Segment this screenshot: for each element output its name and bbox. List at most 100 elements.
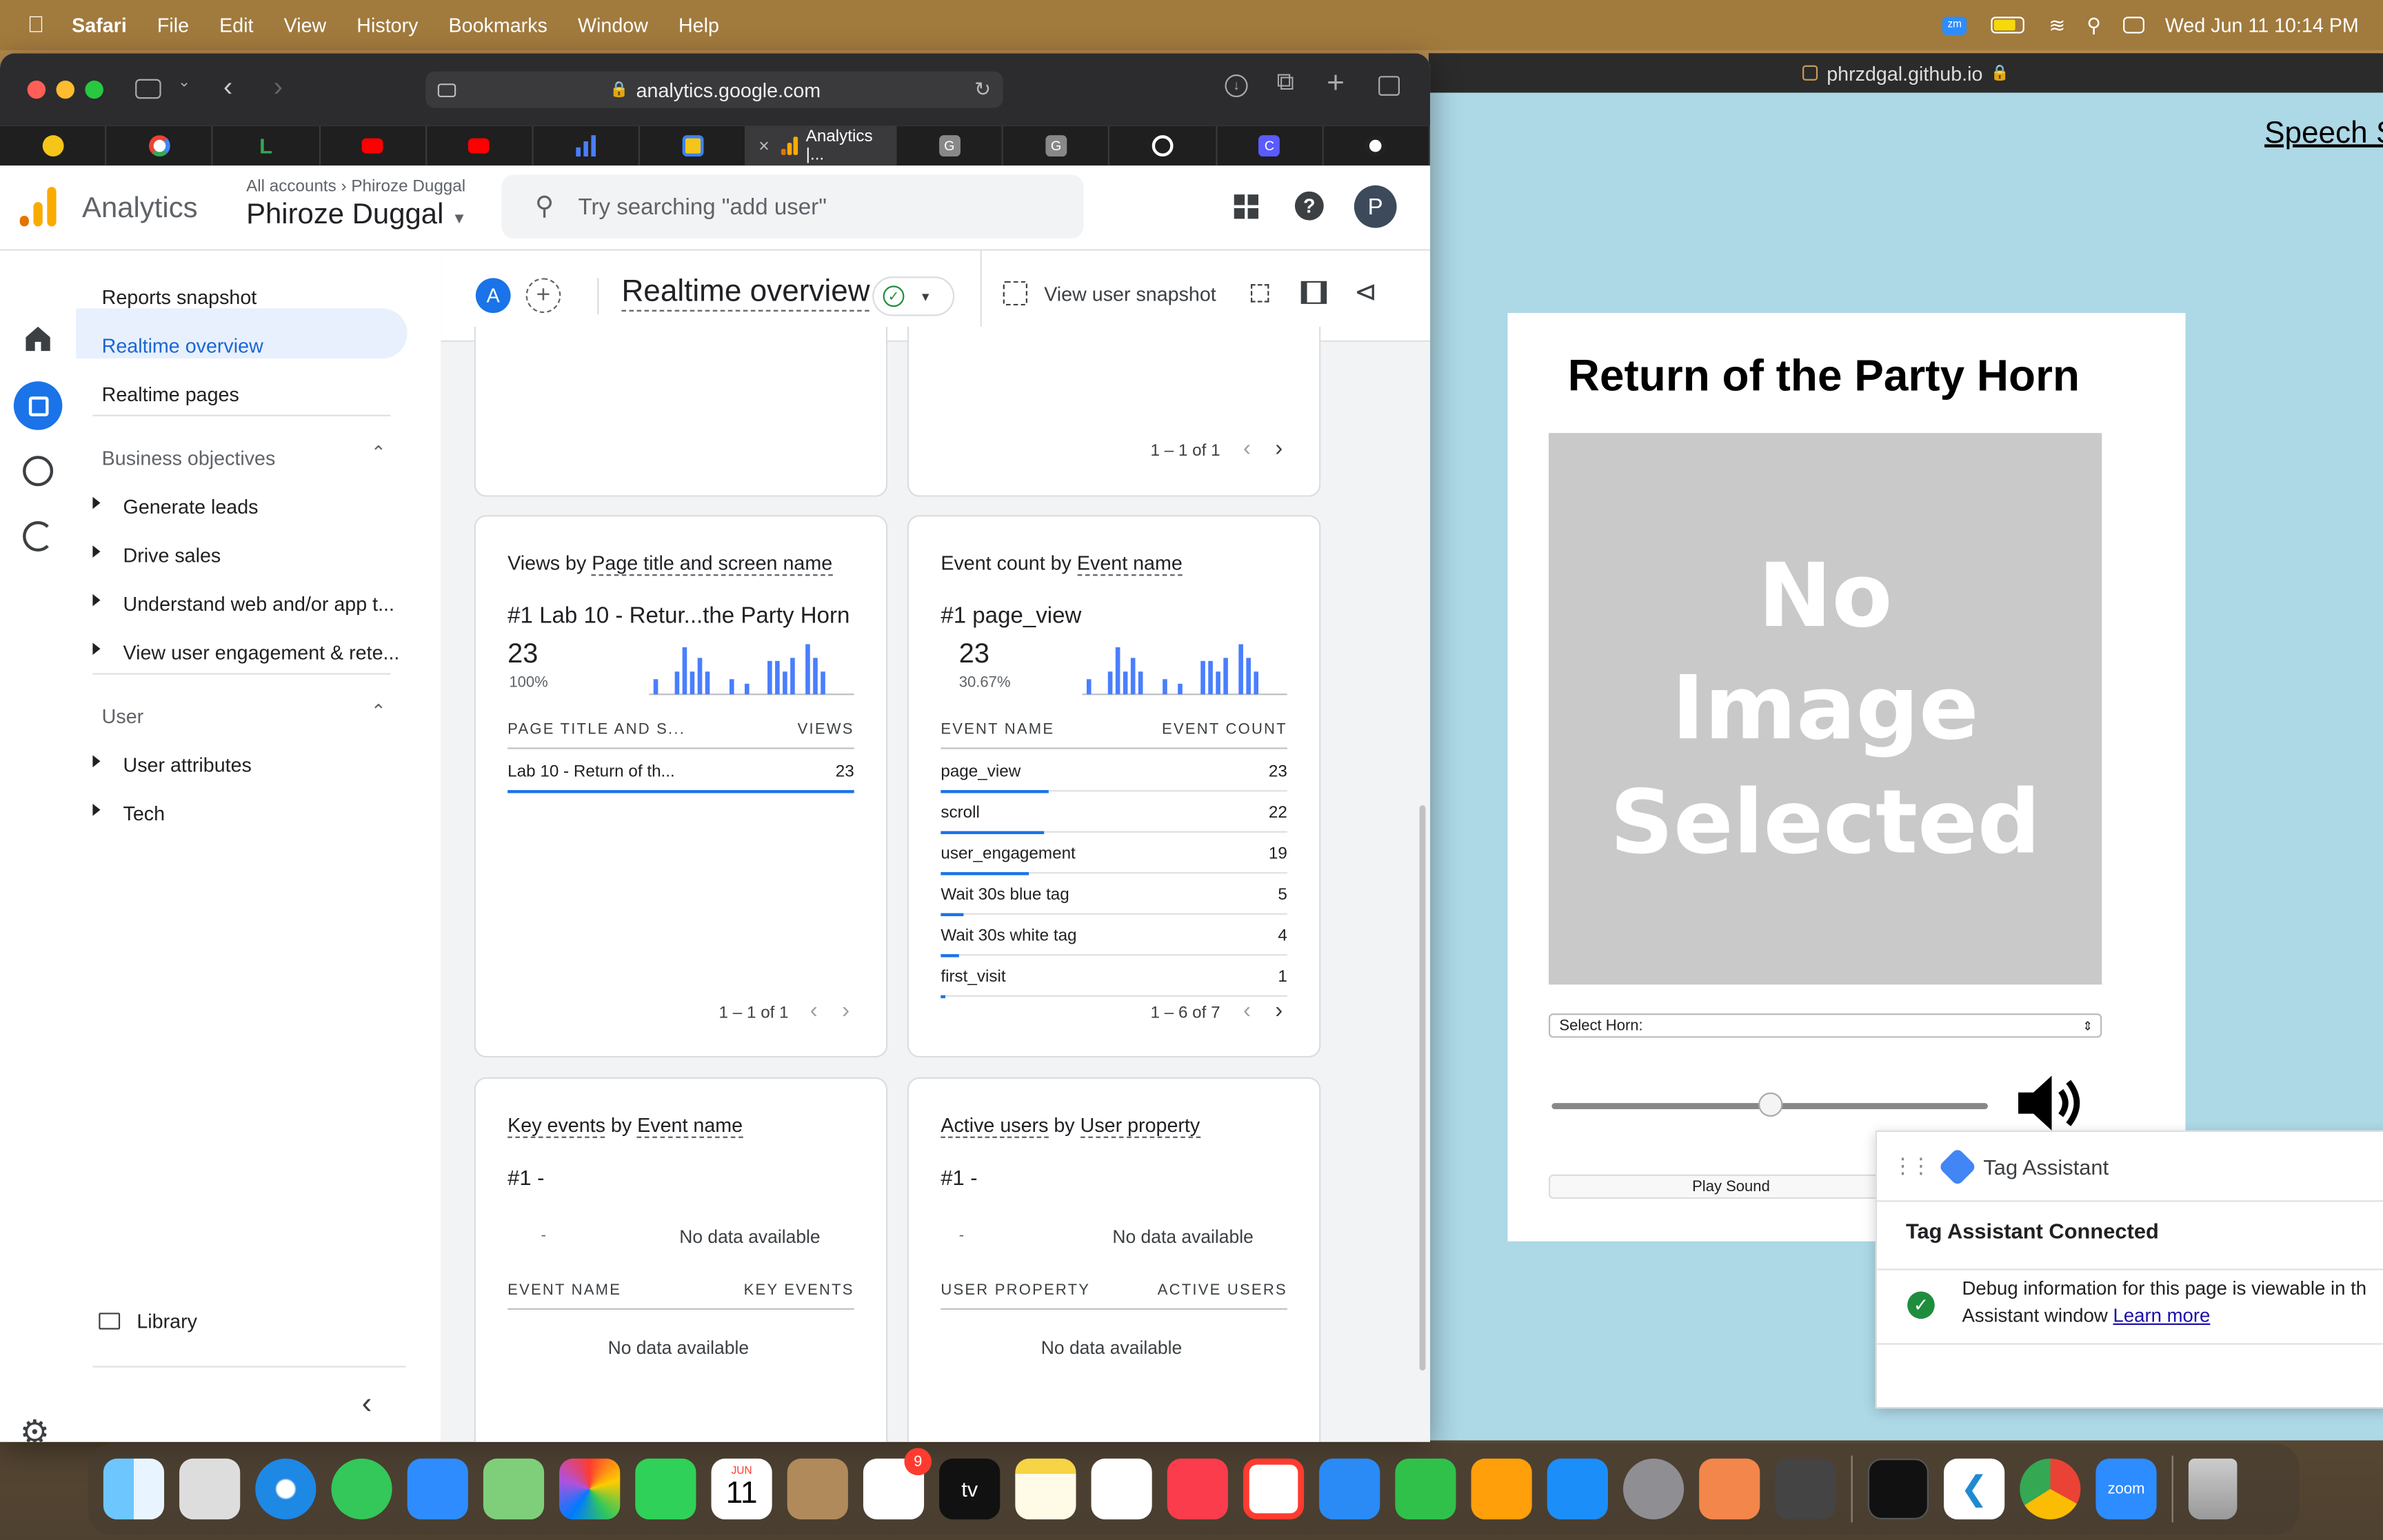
prev-page-icon[interactable]: ‹ [1243, 436, 1251, 462]
expand-caret-icon[interactable] [92, 642, 101, 655]
breadcrumb-account[interactable]: Phiroze Duggal [351, 178, 465, 196]
menu-view[interactable]: View [284, 14, 327, 37]
notes-icon[interactable] [1015, 1458, 1076, 1520]
breadcrumb[interactable]: All accounts › Phiroze Duggal [246, 178, 465, 196]
photos-icon[interactable] [559, 1458, 621, 1520]
tab-bee[interactable] [0, 125, 107, 166]
contacts-icon[interactable] [787, 1458, 848, 1520]
tab-google[interactable] [107, 125, 214, 166]
learn-more-link[interactable]: Learn more [2113, 1305, 2210, 1326]
menu-edit[interactable]: Edit [219, 14, 253, 37]
card-title-dimension[interactable]: Event name [637, 1113, 743, 1138]
paperplane-app-icon[interactable] [1699, 1458, 1760, 1520]
compare-columns-icon[interactable] [1300, 281, 1327, 304]
nav-user-section[interactable]: User [102, 705, 144, 728]
nav-drive-sales[interactable]: Drive sales [123, 544, 221, 567]
new-tab-icon[interactable]: + [1327, 67, 1345, 102]
tab-g-2[interactable]: G [1003, 125, 1111, 166]
product-name[interactable]: Analytics [82, 193, 198, 226]
spotlight-search-icon[interactable]: ⚲ [2087, 13, 2101, 37]
tab-analytics-active[interactable]: × Analytics |... [746, 125, 897, 166]
reload-icon[interactable]: ↻ [974, 77, 991, 101]
tab-g-1[interactable]: G [897, 125, 1004, 166]
admin-gear-icon[interactable]: ⚙ [20, 1413, 50, 1442]
column-header-dimension[interactable]: EVENT NAME [507, 1282, 621, 1299]
reports-icon[interactable] [13, 381, 63, 430]
chevron-down-icon[interactable]: ⌄ [178, 74, 190, 91]
card-title[interactable]: Key events by Event name [507, 1113, 743, 1138]
explore-icon[interactable] [23, 456, 54, 487]
card-title-metric[interactable]: Active users [941, 1113, 1049, 1138]
column-header-metric[interactable]: VIEWS [798, 722, 854, 738]
sidebar-toggle-icon[interactable] [135, 79, 161, 99]
view-user-snapshot-button[interactable]: View user snapshot [1044, 283, 1216, 305]
trash-icon[interactable] [2188, 1458, 2238, 1520]
close-window-button[interactable] [27, 80, 46, 99]
calendar-icon[interactable]: JUN 11 [711, 1458, 772, 1520]
launchpad-icon[interactable] [179, 1458, 241, 1520]
expand-caret-icon[interactable] [92, 803, 101, 816]
expand-caret-icon[interactable] [92, 594, 101, 607]
tab-l[interactable]: L [213, 125, 320, 166]
forward-button[interactable]: › [274, 72, 283, 103]
menu-app-name[interactable]: Safari [72, 14, 127, 37]
help-icon[interactable]: ? [1294, 191, 1324, 221]
tab-bars[interactable] [533, 125, 640, 166]
speech-synth-link[interactable]: Speech S [2264, 117, 2383, 152]
prev-page-icon[interactable]: ‹ [810, 998, 818, 1024]
expand-caret-icon[interactable] [92, 755, 101, 768]
nav-tech[interactable]: Tech [123, 802, 165, 825]
finder-icon[interactable] [103, 1458, 165, 1520]
zoom-status-icon[interactable]: zm [1942, 16, 1967, 34]
user-snapshot-icon[interactable] [1003, 281, 1027, 306]
column-header-dimension[interactable]: PAGE TITLE AND S... [507, 722, 685, 738]
nav-business-objectives[interactable]: Business objectives [102, 447, 276, 469]
horn-select[interactable]: Select Horn: ⇕ [1548, 1013, 2102, 1038]
card-title[interactable]: Active users by User property [941, 1113, 1200, 1138]
iphone-mirroring-icon[interactable] [1775, 1458, 1836, 1520]
vscode-icon[interactable]: ❮ [1944, 1458, 2005, 1520]
next-page-icon[interactable]: › [1275, 998, 1283, 1024]
card-title-metric[interactable]: Key events [507, 1113, 605, 1138]
mail-icon[interactable] [407, 1458, 468, 1520]
wifi-icon[interactable]: ≋ [2049, 13, 2065, 37]
collapse-nav-icon[interactable]: ‹ [362, 1387, 372, 1422]
account-avatar[interactable]: P [1354, 185, 1397, 228]
app-store-icon[interactable] [1547, 1458, 1608, 1520]
data-status-pill[interactable]: ✓ ▼ [872, 276, 955, 316]
column-header-metric[interactable]: EVENT COUNT [1162, 722, 1287, 738]
maps-icon[interactable] [483, 1458, 545, 1520]
card-title[interactable]: Views by Page title and screen name [507, 551, 833, 576]
battery-icon[interactable] [1991, 17, 2025, 34]
back-button[interactable]: ‹ [223, 72, 232, 103]
zoom-app-icon[interactable]: zoom [2095, 1458, 2157, 1520]
share-icon[interactable]: ⊲ [1354, 276, 1377, 308]
column-header-dimension[interactable]: USER PROPERTY [941, 1282, 1090, 1299]
apple-tv-icon[interactable]: tv [939, 1458, 1001, 1520]
nav-user-engagement[interactable]: View user engagement & rete... [123, 641, 400, 664]
play-sound-button[interactable]: Play Sound [1548, 1174, 1913, 1199]
scrollbar-thumb[interactable] [1419, 805, 1426, 1371]
pages-icon[interactable] [1471, 1458, 1532, 1520]
keynote-icon[interactable] [1319, 1458, 1380, 1520]
analytics-logo-icon[interactable] [19, 187, 57, 227]
nav-realtime-overview[interactable]: Realtime overview [102, 334, 263, 357]
home-icon[interactable] [23, 323, 53, 354]
expand-caret-icon[interactable] [92, 545, 101, 558]
advertising-icon[interactable] [23, 521, 54, 552]
column-header-metric[interactable]: KEY EVENTS [744, 1282, 854, 1299]
url-text[interactable]: analytics.google.com [636, 79, 821, 101]
clock[interactable]: Wed Jun 11 10:14 PM [2165, 14, 2359, 37]
nav-library[interactable]: Library [137, 1310, 197, 1333]
music-icon[interactable] [1167, 1458, 1228, 1520]
prev-page-icon[interactable]: ‹ [1243, 998, 1251, 1024]
chrome-icon[interactable] [2020, 1458, 2081, 1520]
news-icon[interactable] [1243, 1458, 1305, 1520]
minimize-window-button[interactable] [56, 80, 75, 99]
system-settings-icon[interactable] [1622, 1458, 1685, 1520]
card-title-dimension[interactable]: Event name [1077, 551, 1183, 576]
property-selector[interactable]: Phiroze Duggal ▼ [246, 199, 467, 232]
nav-realtime-pages[interactable]: Realtime pages [102, 383, 239, 405]
expand-caret-icon[interactable] [92, 496, 101, 509]
nav-user-attributes[interactable]: User attributes [123, 753, 252, 776]
